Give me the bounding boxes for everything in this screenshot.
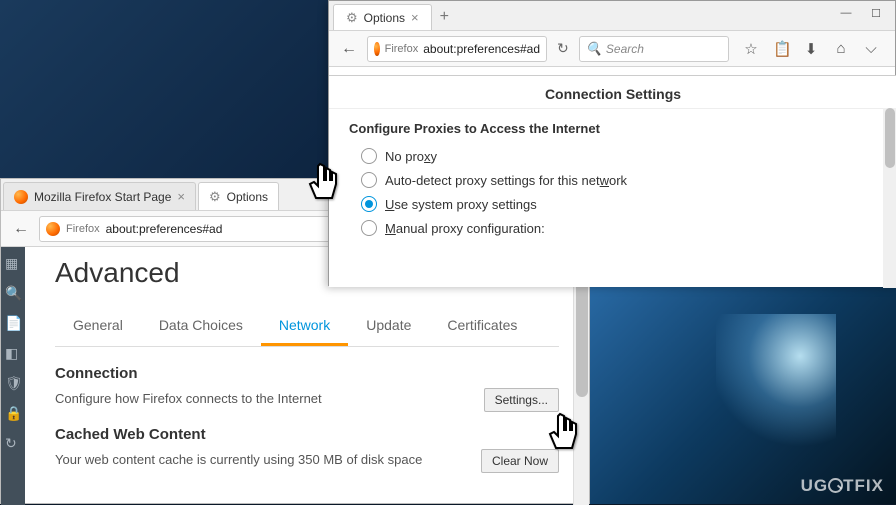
cache-heading: Cached Web Content [55, 426, 559, 443]
apps-icon[interactable]: ◧ [5, 345, 21, 361]
settings-sidebar: ▦ 🔍 📄 ◧ 🛡 🔒 ↻ [1, 247, 25, 505]
watermark: UGTFIX [801, 476, 884, 496]
downloads-icon[interactable]: ⬇ [803, 40, 819, 58]
new-tab-button[interactable]: + [432, 4, 457, 30]
search-placeholder: Search [606, 42, 644, 56]
refresh-icon[interactable]: ↻ [551, 40, 575, 57]
cursor-pointer-icon [540, 408, 590, 463]
radio-button[interactable] [361, 196, 377, 212]
radio-button[interactable] [361, 172, 377, 188]
pocket-icon[interactable]: ⌵ [863, 40, 879, 58]
url-brand-label: Firefox [385, 43, 419, 55]
subtab-network[interactable]: Network [261, 307, 348, 346]
connection-heading: Connection [55, 365, 559, 382]
search-icon[interactable]: 🔍 [5, 285, 21, 301]
back-button[interactable]: ← [335, 35, 363, 63]
toolbar-icons: ☆ 📋 ⬇ ⌂ ⌵ [733, 40, 889, 58]
minimize-button[interactable]: — [831, 3, 861, 23]
radio-auto-detect[interactable]: Auto-detect proxy settings for this netw… [349, 168, 877, 192]
close-icon[interactable]: × [177, 189, 185, 204]
content-icon[interactable]: 📄 [5, 315, 21, 331]
home-icon[interactable]: ⌂ [833, 40, 849, 58]
search-icon: 🔍 [586, 41, 602, 57]
scrollbar-thumb[interactable] [885, 108, 895, 168]
tab-options[interactable]: ⚙ Options [198, 182, 279, 210]
firefox-icon [46, 222, 60, 236]
tab-options[interactable]: ⚙ Options × [333, 4, 432, 30]
cursor-pointer-icon [300, 158, 350, 213]
radio-label: No proxy [385, 149, 437, 164]
radio-label: Use system proxy settings [385, 197, 537, 212]
tab-start-page[interactable]: Mozilla Firefox Start Page × [3, 182, 196, 210]
gear-icon: ⚙ [346, 10, 358, 26]
tab-label: Mozilla Firefox Start Page [34, 190, 171, 204]
maximize-button[interactable]: ☐ [861, 3, 891, 23]
connection-desc: Configure how Firefox connects to the In… [55, 391, 322, 406]
security-icon[interactable]: 🔒 [5, 405, 21, 421]
subtab-general[interactable]: General [55, 307, 141, 346]
radio-button[interactable] [361, 148, 377, 164]
tab-label: Options [364, 11, 405, 25]
cache-desc: Your web content cache is currently usin… [55, 452, 422, 467]
radio-button[interactable] [361, 220, 377, 236]
radio-system-proxy[interactable]: Use system proxy settings [349, 192, 877, 216]
sync-icon[interactable]: ↻ [5, 435, 21, 451]
radio-label: Auto-detect proxy settings for this netw… [385, 173, 627, 188]
url-input[interactable]: Firefox about:preferences#ad [367, 36, 547, 62]
scrollbar[interactable] [883, 108, 896, 288]
subtab-bar: General Data Choices Network Update Cert… [55, 307, 559, 347]
radio-label: Manual proxy configuration: [385, 221, 545, 236]
connection-settings-dialog: Connection Settings Configure Proxies to… [329, 75, 896, 287]
address-bar: ← Firefox about:preferences#ad ↻ 🔍 Searc… [329, 31, 895, 67]
radio-manual-proxy[interactable]: Manual proxy configuration: [349, 216, 877, 240]
search-input[interactable]: 🔍 Search [579, 36, 729, 62]
scrollbar-thumb[interactable] [576, 277, 588, 397]
subtab-data-choices[interactable]: Data Choices [141, 307, 261, 346]
firefox-window-front: — ☐ ⚙ Options × + ← Firefox about:prefer… [328, 0, 896, 286]
privacy-icon[interactable]: 🛡 [5, 375, 21, 391]
clipboard-icon[interactable]: 📋 [773, 40, 789, 58]
subtab-certificates[interactable]: Certificates [429, 307, 535, 346]
back-button[interactable]: ← [7, 215, 35, 243]
dialog-title: Connection Settings [329, 76, 896, 109]
url-text: about:preferences#ad [106, 222, 223, 236]
url-text: about:preferences#ad [423, 42, 540, 56]
general-icon[interactable]: ▦ [5, 255, 21, 271]
tab-bar: ⚙ Options × + [329, 1, 895, 31]
bookmark-icon[interactable]: ☆ [743, 40, 759, 58]
close-icon[interactable]: × [411, 10, 419, 25]
url-brand-label: Firefox [66, 223, 100, 235]
firefox-icon [14, 190, 28, 204]
firefox-icon [374, 42, 380, 56]
dialog-heading: Configure Proxies to Access the Internet [349, 121, 877, 136]
subtab-update[interactable]: Update [348, 307, 429, 346]
window-controls: — ☐ [831, 3, 891, 23]
radio-no-proxy[interactable]: No proxy [349, 144, 877, 168]
desktop-background-right [586, 274, 896, 504]
tab-label: Options [227, 190, 268, 204]
desktop-background-left [0, 0, 330, 180]
gear-icon: ⚙ [209, 189, 221, 205]
